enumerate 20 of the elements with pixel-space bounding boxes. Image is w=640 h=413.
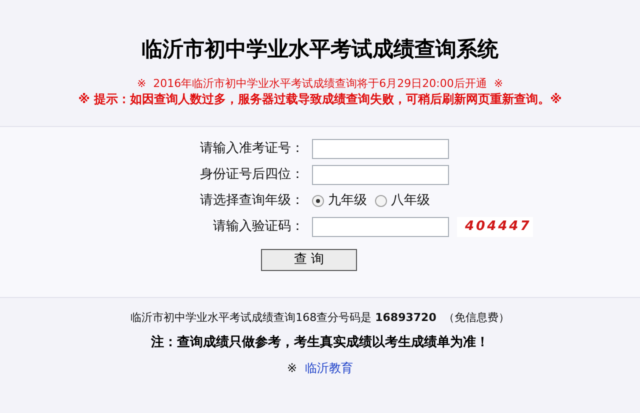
page-title: 临沂市初中学业水平考试成绩查询系统	[142, 36, 498, 63]
hotline-text: 临沂市初中学业水平考试成绩查询168查分号码是 16893720 （免信息费）	[130, 310, 510, 326]
mark-symbol: ※	[286, 360, 298, 377]
radio-button[interactable]	[312, 195, 324, 207]
radio-button[interactable]	[375, 195, 387, 207]
input-field[interactable]	[312, 139, 449, 159]
input-field[interactable]	[312, 165, 449, 185]
search-button[interactable]: 查 询	[261, 249, 357, 271]
radio-label: 八年级	[391, 192, 430, 210]
field-label: 请输入验证码：	[212, 218, 305, 236]
link[interactable]: 临沂教育	[305, 359, 354, 377]
field-label: 身份证号后四位：	[199, 166, 305, 184]
note-text: 注：查询成绩只做参考，考生真实成绩以考生成绩单为准！	[151, 334, 489, 352]
notice-text: ※ 2016年临沂市初中学业水平考试成绩查询将于6月29日20:00后开通 ※	[136, 76, 504, 91]
field-label: 请输入准考证号：	[199, 140, 305, 158]
captcha-image: 404447	[457, 217, 533, 237]
input-field[interactable]	[312, 217, 449, 237]
radio-label: 九年级	[328, 192, 367, 210]
tip-text: ※ 提示：如因查询人数过多，服务器过载导致成绩查询失败，可稍后刷新网页重新查询。※	[78, 91, 562, 107]
field-label: 请选择查询年级：	[199, 192, 305, 210]
